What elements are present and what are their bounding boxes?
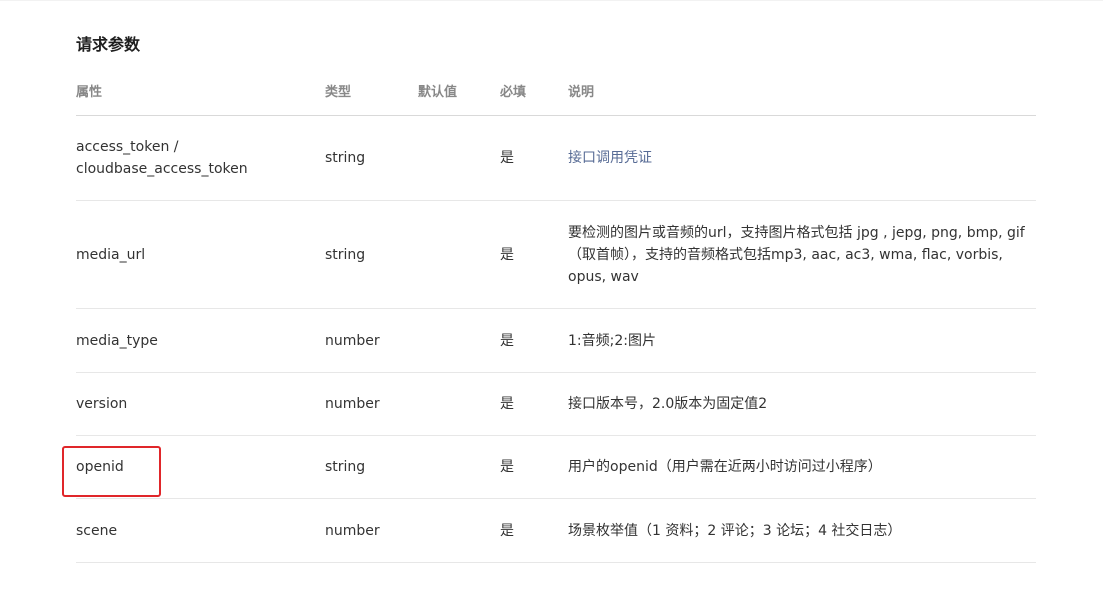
param-description: 1:音频;2:图片	[568, 332, 656, 349]
param-required: 是	[500, 150, 514, 166]
table-row: media_url string 是 要检测的图片或音频的url，支持图片格式包…	[76, 201, 1036, 309]
param-type: string	[325, 459, 366, 475]
param-type: number	[325, 396, 380, 412]
table-row: media_type number 是 1:音频;2:图片	[76, 309, 1036, 373]
param-name: openid	[76, 459, 124, 475]
param-name-line: cloudbase_access_token	[76, 161, 248, 177]
param-name: access_token / cloudbase_access_token	[76, 136, 325, 180]
section-title: 请求参数	[76, 35, 141, 54]
header-description: 说明	[568, 84, 595, 100]
header-required: 必填	[500, 84, 527, 100]
table-row: access_token / cloudbase_access_token st…	[76, 116, 1036, 201]
param-description: 接口调用凭证	[568, 147, 1036, 169]
header-type: 类型	[325, 84, 352, 100]
param-type: string	[325, 246, 366, 263]
request-params-table: 属性 类型 默认值 必填 说明 access_token / cloudbase…	[76, 70, 1036, 563]
param-required: 是	[500, 522, 514, 539]
param-name-line: access_token /	[76, 139, 179, 155]
table-row: scene number 是 场景枚举值（1 资料；2 评论；3 论坛；4 社交…	[76, 499, 1036, 563]
param-type: number	[325, 522, 380, 539]
param-required: 是	[500, 459, 514, 475]
param-name: media_type	[76, 332, 158, 349]
param-description: 用户的openid（用户需在近两小时访问过小程序）	[568, 459, 882, 475]
param-name: media_url	[76, 246, 146, 263]
table-row: openid string 是 用户的openid（用户需在近两小时访问过小程序…	[76, 436, 1036, 499]
param-type: number	[325, 332, 380, 349]
param-name: scene	[76, 522, 118, 539]
credential-link[interactable]: 接口调用凭证	[568, 150, 652, 166]
param-description: 要检测的图片或音频的url，支持图片格式包括 jpg , jepg, png, …	[568, 224, 1025, 285]
header-default: 默认值	[418, 84, 458, 100]
table-header-row: 属性 类型 默认值 必填 说明	[76, 70, 1036, 116]
param-description: 场景枚举值（1 资料；2 评论；3 论坛；4 社交日志）	[568, 522, 902, 539]
table-row: version number 是 接口版本号，2.0版本为固定值2	[76, 373, 1036, 436]
param-name: version	[76, 396, 128, 412]
param-required: 是	[500, 332, 514, 349]
top-divider	[0, 0, 1103, 1]
param-required: 是	[500, 246, 514, 263]
header-name: 属性	[76, 84, 103, 100]
param-description: 接口版本号，2.0版本为固定值2	[568, 396, 768, 412]
param-type: string	[325, 150, 366, 166]
param-required: 是	[500, 396, 514, 412]
